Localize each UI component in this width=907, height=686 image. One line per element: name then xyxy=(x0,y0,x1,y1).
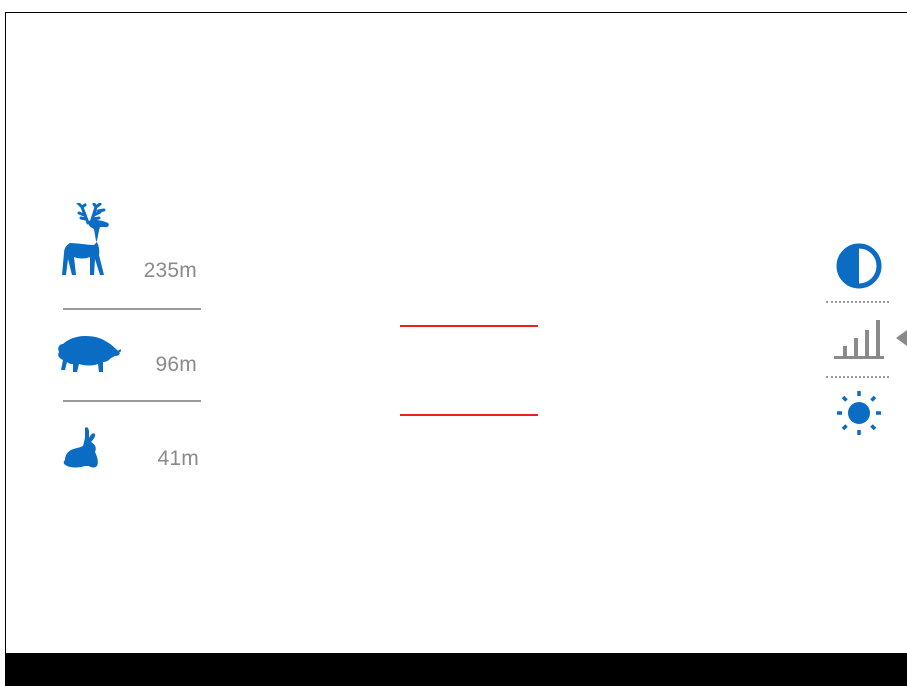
device-screen: 235m 96m 41m xyxy=(0,0,907,686)
frame-border-left xyxy=(5,12,6,654)
frame-border-top xyxy=(5,12,907,13)
boar-icon[interactable] xyxy=(55,334,121,374)
bottom-status-bar xyxy=(5,653,907,686)
deer-icon[interactable] xyxy=(58,203,118,277)
contrast-icon[interactable] xyxy=(836,243,882,289)
hare-distance: 41m xyxy=(157,447,199,470)
menu-divider xyxy=(826,376,889,378)
brightness-icon[interactable] xyxy=(836,390,882,436)
selection-arrow-icon xyxy=(896,330,907,346)
upper-marker-line xyxy=(400,325,538,327)
deer-distance: 235m xyxy=(143,259,197,282)
hare-icon[interactable] xyxy=(61,426,101,470)
separator-line xyxy=(63,308,201,310)
separator-line xyxy=(63,400,201,402)
signal-bars-icon[interactable] xyxy=(834,318,886,362)
menu-divider xyxy=(826,301,889,303)
boar-distance: 96m xyxy=(155,353,197,376)
lower-marker-line xyxy=(400,414,538,416)
